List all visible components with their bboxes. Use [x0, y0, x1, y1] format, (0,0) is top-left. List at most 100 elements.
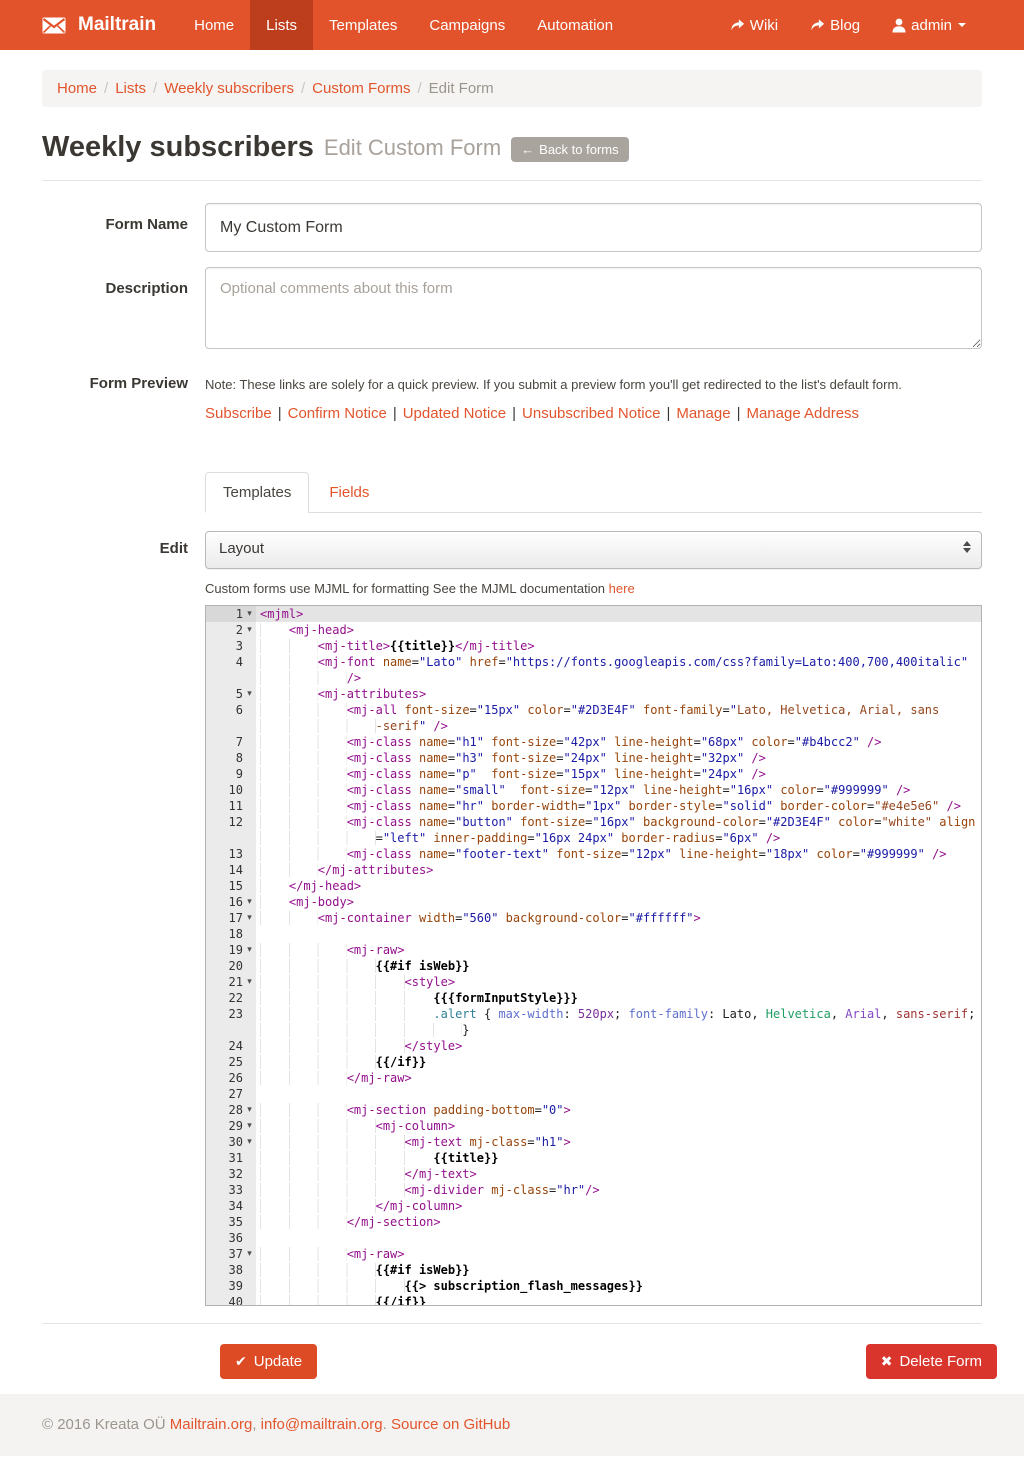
- fold-toggle-icon[interactable]: ▾: [243, 606, 256, 622]
- fold-toggle-icon[interactable]: ▾: [243, 894, 256, 910]
- page-title-text: Weekly subscribers: [42, 131, 314, 164]
- gutter-cell: 14: [206, 862, 256, 878]
- breadcrumb-link[interactable]: Home: [57, 80, 97, 97]
- gutter-cell: 32: [206, 1166, 256, 1182]
- code-line-text: <mj-column>: [256, 1118, 981, 1134]
- code-line: ="left" inner-padding="16px 24px" border…: [206, 830, 981, 846]
- gutter-cell: 9: [206, 766, 256, 782]
- edit-label: Edit: [42, 531, 205, 1306]
- code-line-text: <mj-attributes>: [256, 686, 981, 702]
- tabs: TemplatesFields: [205, 472, 982, 513]
- code-line-text: [256, 926, 981, 942]
- gutter-cell: 28▾: [206, 1102, 256, 1118]
- nav-item-lists[interactable]: Lists: [250, 0, 313, 50]
- mjml-note-text: Custom forms use MJML for formatting See…: [205, 581, 605, 596]
- code-line: 11 <mj-class name="hr" border-width="1px…: [206, 798, 981, 814]
- code-line: -serif" />: [206, 718, 981, 734]
- line-number: 35: [229, 1214, 243, 1230]
- gutter-cell: 16▾: [206, 894, 256, 910]
- delete-form-button[interactable]: ✖ Delete Form: [866, 1344, 997, 1379]
- fold-toggle-icon[interactable]: ▾: [243, 974, 256, 990]
- nav-item-home[interactable]: Home: [178, 0, 250, 50]
- nav-item-blog[interactable]: Blog: [794, 0, 876, 50]
- code-line: 2▾ <mj-head>: [206, 622, 981, 638]
- gutter-cell: 8: [206, 750, 256, 766]
- fold-toggle-icon[interactable]: ▾: [243, 1118, 256, 1134]
- form-preview-label: Form Preview: [42, 375, 205, 422]
- code-line-text: <mj-raw>: [256, 942, 981, 958]
- preview-link-manage[interactable]: Manage: [676, 405, 730, 422]
- fold-toggle-icon[interactable]: ▾: [243, 686, 256, 702]
- brand-link[interactable]: Mailtrain: [42, 0, 166, 50]
- tab-fields[interactable]: Fields: [311, 472, 387, 513]
- description-textarea[interactable]: [205, 267, 982, 349]
- actions-divider: [42, 1323, 982, 1324]
- breadcrumb-link[interactable]: Lists: [115, 80, 146, 97]
- user-menu[interactable]: admin: [876, 0, 982, 50]
- nav-item-templates[interactable]: Templates: [313, 0, 413, 50]
- fold-toggle-icon[interactable]: ▾: [243, 942, 256, 958]
- footer-separator: ,: [252, 1416, 260, 1433]
- nav-item-automation[interactable]: Automation: [521, 0, 629, 50]
- line-number: 22: [229, 990, 243, 1006]
- breadcrumb-link[interactable]: Custom Forms: [312, 80, 410, 97]
- mjml-docs-link[interactable]: here: [609, 581, 635, 596]
- footer-separator: .: [383, 1416, 391, 1433]
- line-number: 26: [229, 1070, 243, 1086]
- preview-link-confirm-notice[interactable]: Confirm Notice: [288, 405, 387, 422]
- footer-link-source-on-github[interactable]: Source on GitHub: [391, 1416, 510, 1433]
- footer-link-mailtrain-org[interactable]: Mailtrain.org: [170, 1416, 253, 1433]
- code-line-text: </mj-attributes>: [256, 862, 981, 878]
- code-line-text: <mj-class name="button" font-size="16px"…: [256, 814, 981, 830]
- code-line: 3 <mj-title>{{title}}</mj-title>: [206, 638, 981, 654]
- nav-item-wiki[interactable]: Wiki: [714, 0, 794, 50]
- preview-link-separator: |: [666, 405, 670, 422]
- code-line-text: {{#if isWeb}}: [256, 1262, 981, 1278]
- line-number: 37: [229, 1246, 243, 1262]
- code-line: 26 </mj-raw>: [206, 1070, 981, 1086]
- code-line-text: [256, 1086, 981, 1102]
- update-button[interactable]: ✔ Update: [220, 1344, 317, 1379]
- code-line: 18: [206, 926, 981, 942]
- code-editor[interactable]: 1▾<mjml>2▾ <mj-head>3 <mj-title>{{title}…: [205, 605, 982, 1306]
- tab-templates[interactable]: Templates: [205, 472, 309, 513]
- form-name-input[interactable]: [205, 203, 982, 252]
- code-line-text: <mj-section padding-bottom="0">: [256, 1102, 981, 1118]
- fold-toggle-icon[interactable]: ▾: [243, 622, 256, 638]
- header-divider: [42, 180, 982, 181]
- line-number: 38: [229, 1262, 243, 1278]
- fold-toggle-icon[interactable]: ▾: [243, 1246, 256, 1262]
- preview-link-unsubscribed-notice[interactable]: Unsubscribed Notice: [522, 405, 660, 422]
- line-number: 34: [229, 1198, 243, 1214]
- back-to-forms-label: Back to forms: [539, 142, 618, 157]
- gutter-cell: 30▾: [206, 1134, 256, 1150]
- line-number: 7: [236, 734, 243, 750]
- code-line: 36: [206, 1230, 981, 1246]
- chevron-down-icon: [958, 23, 966, 27]
- gutter-cell: 18: [206, 926, 256, 942]
- line-number: 4: [236, 654, 243, 670]
- preview-link-manage-address[interactable]: Manage Address: [746, 405, 859, 422]
- fold-toggle-icon[interactable]: ▾: [243, 1102, 256, 1118]
- back-to-forms-button[interactable]: ← Back to forms: [511, 137, 628, 162]
- page-title: Weekly subscribers Edit Custom Form ← Ba…: [42, 131, 982, 164]
- edit-template-select[interactable]: Layout: [205, 531, 982, 569]
- nav-item-campaigns[interactable]: Campaigns: [413, 0, 521, 50]
- preview-link-updated-notice[interactable]: Updated Notice: [403, 405, 506, 422]
- code-line: 37▾ <mj-raw>: [206, 1246, 981, 1262]
- fold-toggle-icon[interactable]: ▾: [243, 1134, 256, 1150]
- line-number: 30: [229, 1134, 243, 1150]
- preview-link-subscribe[interactable]: Subscribe: [205, 405, 272, 422]
- code-line-text: </mj-column>: [256, 1198, 981, 1214]
- breadcrumb-link[interactable]: Weekly subscribers: [164, 80, 294, 97]
- fold-toggle-icon[interactable]: ▾: [243, 910, 256, 926]
- gutter-cell: 11: [206, 798, 256, 814]
- form-name-label: Form Name: [42, 203, 205, 252]
- line-number: 31: [229, 1150, 243, 1166]
- select-arrows-icon: [963, 541, 971, 553]
- footer-link-info-mailtrain-org[interactable]: info@mailtrain.org: [261, 1416, 383, 1433]
- code-line-text: <mj-class name="footer-text" font-size="…: [256, 846, 981, 862]
- code-line-text: {{title}}: [256, 1150, 981, 1166]
- gutter-cell: 40: [206, 1294, 256, 1306]
- code-line-text: <mj-title>{{title}}</mj-title>: [256, 638, 981, 654]
